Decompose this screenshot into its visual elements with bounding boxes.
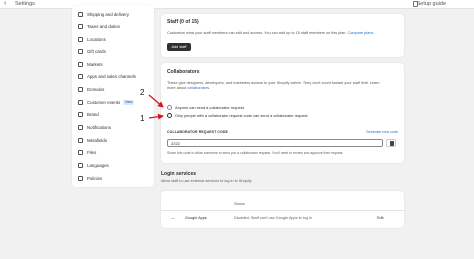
collaborators-link[interactable]: collaborators. [187,86,210,90]
location-icon [78,36,83,42]
globe-icon [78,61,83,67]
receipt-icon [78,23,83,29]
annotation-number-1: 1 [140,114,145,123]
service-status: Disabled: Staff can't use Google Apps to… [234,216,312,220]
bell-icon [78,124,83,130]
sidebar-item-markets[interactable]: Markets [72,58,154,70]
metafields-icon [78,137,83,143]
collaborators-desc-line2: more about collaborators. [167,86,210,90]
sidebar-item-label: Notifications [87,124,111,130]
sidebar-item-label: Shipping and delivery [87,11,129,17]
back-icon[interactable]: ‹ [4,0,6,8]
setup-guide-link[interactable]: Setup guide [417,1,446,7]
globe-icon [78,86,83,92]
staff-title: Staff (0 of 15) [167,19,199,25]
collaborators-desc-prefix: more about [167,86,187,90]
compare-plans-link[interactable]: Compare plans. [348,31,375,35]
row-dash: — [171,216,175,220]
collaborators-card: Collaborators These give designers, deve… [161,63,404,163]
sidebar-item-files[interactable]: Files [72,146,154,158]
staff-card: Staff (0 of 15) Customize what your staf… [161,14,404,57]
sidebar-item-label: Locations [87,36,106,42]
annotation-number-2: 2 [140,88,145,97]
truck-icon [78,11,83,17]
collaborator-code-field[interactable]: 2222 [167,139,383,147]
sidebar-item-label: Policies [87,175,103,181]
code-help-text: Share this code to allow someone to send… [167,151,344,155]
staff-description: Customize what your staff members can ed… [167,31,374,35]
gift-card-icon [78,48,83,54]
sidebar-item-shipping[interactable]: Shipping and delivery [72,8,154,20]
radio-anyone[interactable]: Anyone can send a collaborator request [167,105,244,110]
radio-code-only-label: Only people with a collaborator request … [175,113,308,118]
sidebar-item-label: Metafields [87,137,108,143]
policy-icon [78,175,83,181]
sidebar-item-apps[interactable]: Apps and sales channels [72,70,154,82]
login-services-card: Status — Google Apps Disabled: Staff can… [161,191,404,228]
sidebar-item-customer-events[interactable]: Customer events New [72,96,154,108]
sidebar-item-label: Markets [87,61,103,67]
sidebar-item-locations[interactable]: Locations [72,33,154,45]
sidebar-item-label: Apps and sales channels [87,73,136,79]
radio-button-selected[interactable] [167,113,172,118]
delete-code-button[interactable] [386,139,396,147]
collaborators-desc-line1: These give designers, developers, and ma… [167,81,380,85]
cursor-icon [78,99,83,105]
radio-code-only[interactable]: Only people with a collaborator request … [167,113,308,118]
divider [161,210,404,211]
radio-anyone-label: Anyone can send a collaborator request [175,105,244,110]
language-icon [78,162,83,168]
login-services-subtitle: Allow staff to use external services to … [161,179,252,183]
trash-icon [390,142,394,147]
sidebar-item-languages[interactable]: Languages [72,159,154,171]
service-name: Google Apps [185,216,207,220]
edit-link[interactable]: Edit [377,216,384,220]
code-label: COLLABORATOR REQUEST CODE [167,130,228,134]
sidebar-item-label: Taxes and duties [87,23,120,29]
brand-icon [78,111,83,117]
sidebar-item-label: Domains [87,86,105,92]
login-services-title: Login services [161,171,197,177]
sidebar-item-label: Languages [87,162,109,168]
apps-icon [78,73,83,79]
generate-code-link[interactable]: Generate new code [366,130,398,134]
status-column-header: Status [234,202,245,206]
sidebar-item-label: Files [87,149,97,155]
file-icon [78,149,83,155]
sidebar-item-label: Gift cards [87,48,106,54]
sidebar-item-taxes[interactable]: Taxes and duties [72,20,154,32]
staff-description-text: Customize what your staff members can ed… [167,31,347,35]
sidebar-item-policies[interactable]: Policies [72,172,154,184]
sidebar-item-label: Brand [87,111,99,117]
sidebar-item-gift-cards[interactable]: Gift cards [72,45,154,57]
new-badge: New [123,99,135,105]
page-title: Settings [15,1,35,7]
collaborators-title: Collaborators [167,69,200,75]
sidebar-item-label: Customer events [87,99,121,105]
add-staff-button[interactable]: Add staff [167,43,191,51]
radio-button[interactable] [167,105,172,110]
sidebar-item-metafields[interactable]: Metafields [72,134,154,146]
